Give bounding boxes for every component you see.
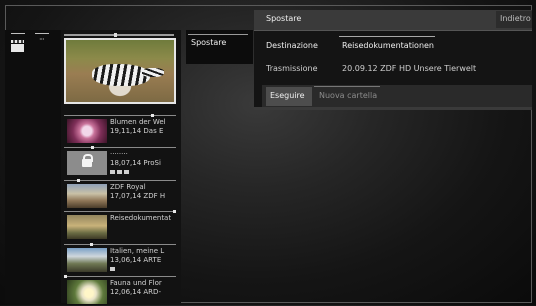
- back-button[interactable]: Indietro: [496, 11, 532, 28]
- recording-subtitle: 17,07,14 ZDF H: [110, 192, 166, 200]
- recording-subtitle: 18,07,14 ProSi: [110, 159, 161, 167]
- execute-button[interactable]: Eseguire: [266, 87, 312, 106]
- zebra-image: [92, 64, 150, 86]
- recording-thumbnail: [67, 215, 107, 239]
- transmission-value: 20.09.12 ZDF HD Unsere Tierwelt: [342, 64, 477, 73]
- recording-subtitle: 13,06,14 ARTE: [110, 256, 162, 264]
- list-item[interactable]: Fauna und Flor 12,06,14 ARD-: [64, 275, 176, 306]
- recording-subtitle: 12,06,14 ARD-: [110, 288, 161, 296]
- status-badge-icon: [110, 267, 115, 271]
- recording-thumbnail: [67, 119, 107, 143]
- dialog-bottom-border: [254, 107, 532, 110]
- list-item[interactable]: Blumen der Wel 19,11,14 Das E: [64, 114, 176, 145]
- new-folder-button[interactable]: Nuova cartella: [314, 87, 380, 106]
- recording-progress-bar: [64, 146, 176, 149]
- selected-progress-bar: [64, 33, 174, 37]
- recording-progress-bar: [64, 179, 176, 182]
- left-separator-2: [35, 33, 49, 34]
- left-separator-1: [11, 33, 25, 34]
- new-folder-button-label: Nuova cartella: [319, 91, 378, 100]
- status-badge-icon: [110, 170, 115, 174]
- destination-label: Destinazione: [266, 41, 318, 50]
- status-badge-icon: [124, 170, 129, 174]
- locked-thumbnail: [67, 151, 107, 175]
- destination-underline: [339, 36, 435, 37]
- more-options-icon[interactable]: ···: [39, 35, 45, 44]
- move-action-item[interactable]: Spostare: [191, 38, 226, 47]
- list-item[interactable]: ········ 18,07,14 ProSi: [64, 146, 176, 177]
- recording-subtitle: 19,11,14 Das E: [110, 127, 164, 135]
- list-item[interactable]: Italien, meine L 13,06,14 ARTE: [64, 243, 176, 274]
- recording-title: ZDF Royal: [110, 183, 146, 191]
- recording-progress-bar: [64, 210, 176, 213]
- recording-thumbnail: [67, 248, 107, 272]
- action-panel-divider: [188, 34, 248, 35]
- status-badges: [110, 267, 115, 271]
- dialog-title: Spostare: [266, 14, 302, 23]
- recording-thumbnail: [67, 280, 107, 304]
- recording-title: Reisedokumentat: [110, 214, 172, 222]
- recording-title: ········: [110, 150, 128, 158]
- dialog-divider: [254, 30, 532, 31]
- list-item[interactable]: ZDF Royal 17,07,14 ZDF H: [64, 179, 176, 210]
- recording-title: Fauna und Flor: [110, 279, 162, 287]
- recording-progress-bar: [64, 243, 176, 246]
- transmission-label: Trasmissione: [266, 64, 318, 73]
- recording-title: Italien, meine L: [110, 247, 165, 255]
- recording-progress-bar: [64, 114, 176, 117]
- list-item[interactable]: Reisedokumentat: [64, 210, 176, 241]
- clapperboard-icon[interactable]: [11, 40, 24, 52]
- action-panel: [186, 30, 253, 64]
- recording-thumbnail: [67, 184, 107, 208]
- back-button-label: Indietro: [500, 14, 531, 23]
- status-badges: [110, 170, 129, 174]
- destination-field[interactable]: Reisedokumentationen: [342, 41, 434, 50]
- selected-recording-thumbnail[interactable]: [64, 38, 176, 104]
- left-column: [5, 30, 61, 303]
- execute-button-label: Eseguire: [270, 91, 305, 100]
- status-badge-icon: [117, 170, 122, 174]
- recording-title: Blumen der Wel: [110, 118, 166, 126]
- recording-progress-bar: [64, 275, 176, 278]
